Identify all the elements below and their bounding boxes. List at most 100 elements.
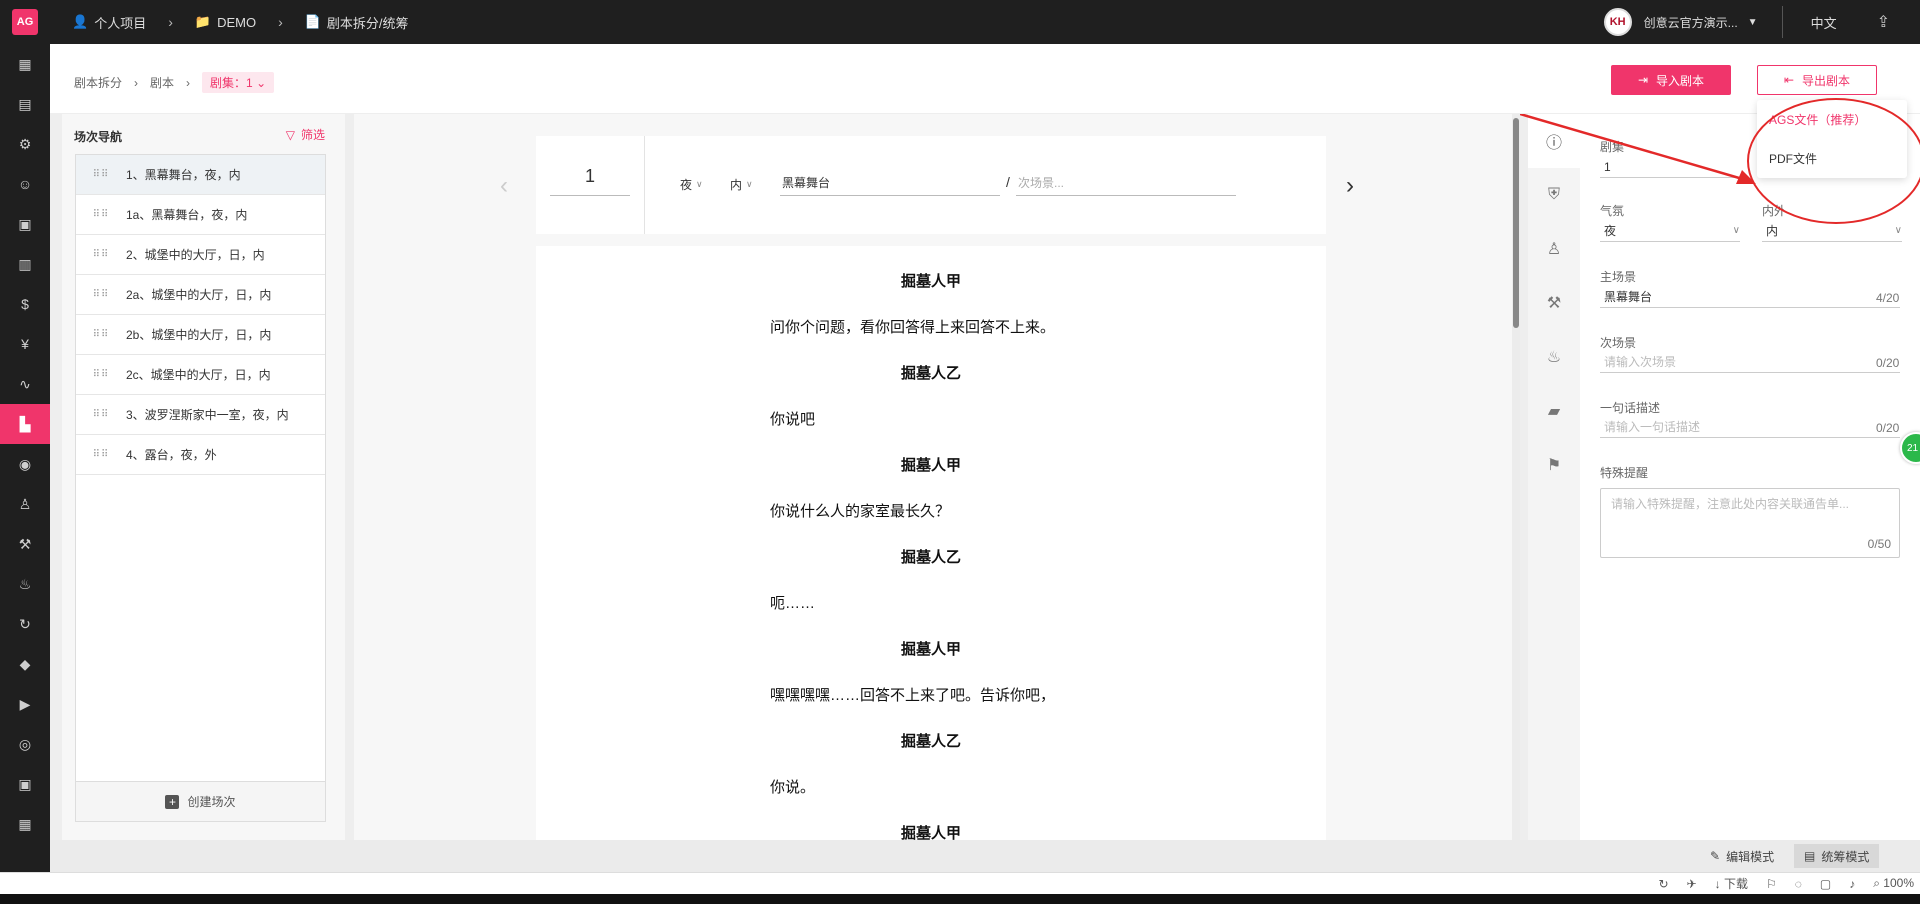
- database-icon[interactable]: ▣: [0, 204, 50, 244]
- mood-select[interactable]: 夜 ∨: [1600, 220, 1740, 242]
- character-name[interactable]: 掘墓人甲: [536, 454, 1326, 475]
- edit-mode-button[interactable]: ✎ 编辑模式: [1700, 844, 1784, 868]
- dialogue-line[interactable]: 呃……: [770, 592, 815, 613]
- scrollbar-thumb[interactable]: [1513, 118, 1519, 328]
- table-icon[interactable]: ▥: [0, 244, 50, 284]
- notice-textarea[interactable]: 请输入特殊提醒，注意此处内容关联通告单... 0/50: [1600, 488, 1900, 558]
- props-icon[interactable]: ⚒: [0, 524, 50, 564]
- flag-icon[interactable]: ⚐: [1766, 877, 1777, 891]
- cake-icon[interactable]: ♨: [0, 564, 50, 604]
- character-name[interactable]: 掘墓人甲: [536, 638, 1326, 659]
- dollar-circle-icon[interactable]: $: [0, 284, 50, 324]
- list-item[interactable]: ⠿⠿ 2b、城堡中的大厅，日，内: [76, 315, 325, 355]
- apps-icon[interactable]: ▦: [0, 44, 50, 84]
- time-select[interactable]: 夜 ∨: [680, 176, 703, 193]
- dialogue-line[interactable]: 你说吧: [770, 408, 815, 429]
- divider: [644, 136, 645, 234]
- breadcrumb-demo[interactable]: 📁 DEMO: [195, 14, 256, 30]
- summary-field[interactable]: 请输入一句话描述: [1600, 416, 1900, 438]
- sync-icon[interactable]: ↻: [0, 604, 50, 644]
- cake-icon[interactable]: ♨: [1528, 330, 1580, 384]
- dialogue-line[interactable]: 嘿嘿嘿嘿……回答不上来了吧。告诉你吧，: [770, 684, 1055, 705]
- costume-icon[interactable]: ♙: [1528, 222, 1580, 276]
- character-name[interactable]: 掘墓人甲: [536, 270, 1326, 291]
- character-name[interactable]: 掘墓人乙: [536, 362, 1326, 383]
- create-scene-button[interactable]: + 创建场次: [76, 781, 325, 821]
- list-item[interactable]: ⠿⠿ 3、波罗涅斯家中一室，夜，内: [76, 395, 325, 435]
- breadcrumb-script-breakdown[interactable]: 📄 剧本拆分/统筹: [305, 13, 409, 32]
- list-item[interactable]: ⠿⠿ 2a、城堡中的大厅，日，内: [76, 275, 325, 315]
- chevron-left-icon[interactable]: ‹: [500, 172, 508, 200]
- upload-icon[interactable]: ⇪: [1877, 12, 1890, 32]
- refresh-icon[interactable]: ↻: [1658, 877, 1668, 891]
- document-list-icon[interactable]: ▤: [0, 84, 50, 124]
- browser-icon[interactable]: ◌: [1795, 877, 1802, 891]
- pin-icon[interactable]: ✈: [1687, 877, 1697, 891]
- target-icon[interactable]: ◎: [0, 724, 50, 764]
- character-name[interactable]: 掘墓人甲: [536, 822, 1326, 840]
- main-location-field[interactable]: 黑幕舞台: [1600, 286, 1900, 308]
- caret-down-icon[interactable]: ▼: [1748, 17, 1758, 28]
- folder-icon[interactable]: ▰: [1528, 384, 1580, 438]
- import-script-button[interactable]: ⇥ 导入剧本: [1611, 65, 1731, 95]
- plan-mode-button[interactable]: ▤ 统筹模式: [1794, 844, 1880, 868]
- props-icon[interactable]: ⚒: [1528, 276, 1580, 330]
- language-switch[interactable]: 中文: [1811, 13, 1837, 32]
- character-name[interactable]: 掘墓人乙: [536, 730, 1326, 751]
- breadcrumb-item[interactable]: 剧本: [150, 74, 174, 91]
- chevron-right-icon[interactable]: ›: [1346, 172, 1354, 200]
- volume-icon[interactable]: ♪: [1849, 877, 1855, 891]
- film-icon[interactable]: ▦: [0, 804, 50, 844]
- drag-handle-icon[interactable]: ⠿⠿: [76, 449, 126, 460]
- video-icon[interactable]: ▶: [0, 684, 50, 724]
- create-scene-label: 创建场次: [187, 795, 236, 809]
- settings-icon[interactable]: ⚙: [0, 124, 50, 164]
- people-icon[interactable]: ☺: [0, 164, 50, 204]
- drag-handle-icon[interactable]: ⠿⠿: [76, 409, 126, 420]
- zoom-control[interactable]: ⌕ 100%: [1873, 876, 1914, 891]
- window-icon[interactable]: ▢: [1820, 877, 1831, 891]
- main-location-input[interactable]: 黑幕舞台: [780, 174, 1000, 196]
- scene-number-field[interactable]: 1: [550, 166, 630, 196]
- right-tabs: ⓘ ⛨ ♙ ⚒ ♨ ▰ ⚑: [1528, 114, 1580, 840]
- character-name[interactable]: 掘墓人乙: [536, 546, 1326, 567]
- avatar[interactable]: KH: [1603, 8, 1632, 36]
- drag-handle-icon[interactable]: ⠿⠿: [76, 289, 126, 300]
- list-item[interactable]: ⠿⠿ 2、城堡中的大厅，日，内: [76, 235, 325, 275]
- flag-icon[interactable]: ⚑: [1528, 438, 1580, 492]
- list-item[interactable]: ⠿⠿ 4、露台，夜，外: [76, 435, 325, 475]
- drag-handle-icon[interactable]: ⠿⠿: [76, 209, 126, 220]
- export-script-button[interactable]: ⇤ 导出剧本: [1757, 65, 1877, 95]
- filter-button[interactable]: ▽ 筛选: [286, 126, 325, 143]
- location-icon[interactable]: ◉: [0, 444, 50, 484]
- media-icon[interactable]: ▣: [0, 764, 50, 804]
- drag-handle-icon[interactable]: ⠿⠿: [76, 169, 126, 180]
- drag-handle-icon[interactable]: ⠿⠿: [76, 329, 126, 340]
- dialogue-line[interactable]: 你说什么人的家室最长久？: [770, 500, 950, 521]
- episode-selector[interactable]: 剧集：1 ⌄: [202, 72, 275, 93]
- list-item[interactable]: ⠿⠿ 1、黑幕舞台，夜，内: [76, 155, 325, 195]
- edit-mode-label: 编辑模式: [1726, 849, 1775, 864]
- breadcrumb-label: 剧本拆分/统筹: [326, 15, 409, 31]
- yen-icon[interactable]: ¥: [0, 324, 50, 364]
- sub-location-field[interactable]: 请输入次场景: [1600, 351, 1900, 373]
- list-item[interactable]: ⠿⠿ 1a、黑幕舞台，夜，内: [76, 195, 325, 235]
- interior-select[interactable]: 内 ∨: [730, 176, 753, 193]
- download-button[interactable]: ↓ 下载: [1715, 875, 1748, 892]
- sub-location-input[interactable]: 次场景...: [1016, 174, 1236, 196]
- cube-icon[interactable]: ◆: [0, 644, 50, 684]
- dialogue-line[interactable]: 问你个问题，看你回答得上来回答不上来。: [770, 316, 1055, 337]
- dialogue-line[interactable]: 你说。: [770, 776, 815, 797]
- costume-icon[interactable]: ♙: [0, 484, 50, 524]
- scene-navigator: 场次导航 ▽ 筛选 ⠿⠿ 1、黑幕舞台，夜，内 ⠿⠿ 1a、黑幕舞台，夜，内 ⠿⠿ 2…: [62, 114, 345, 840]
- list-item[interactable]: ⠿⠿ 2c、城堡中的大厅，日，内: [76, 355, 325, 395]
- mood-value: 夜: [1604, 224, 1617, 238]
- breadcrumb-personal-projects[interactable]: 👤 个人项目: [72, 13, 146, 32]
- script-icon[interactable]: ▙: [0, 404, 50, 444]
- chart-icon[interactable]: ∿: [0, 364, 50, 404]
- drag-handle-icon[interactable]: ⠿⠿: [76, 369, 126, 380]
- app-logo[interactable]: AG: [12, 9, 38, 35]
- drag-handle-icon[interactable]: ⠿⠿: [76, 249, 126, 260]
- breadcrumb-item[interactable]: 剧本拆分: [74, 74, 122, 91]
- user-name[interactable]: 创意云官方演示...: [1644, 14, 1738, 31]
